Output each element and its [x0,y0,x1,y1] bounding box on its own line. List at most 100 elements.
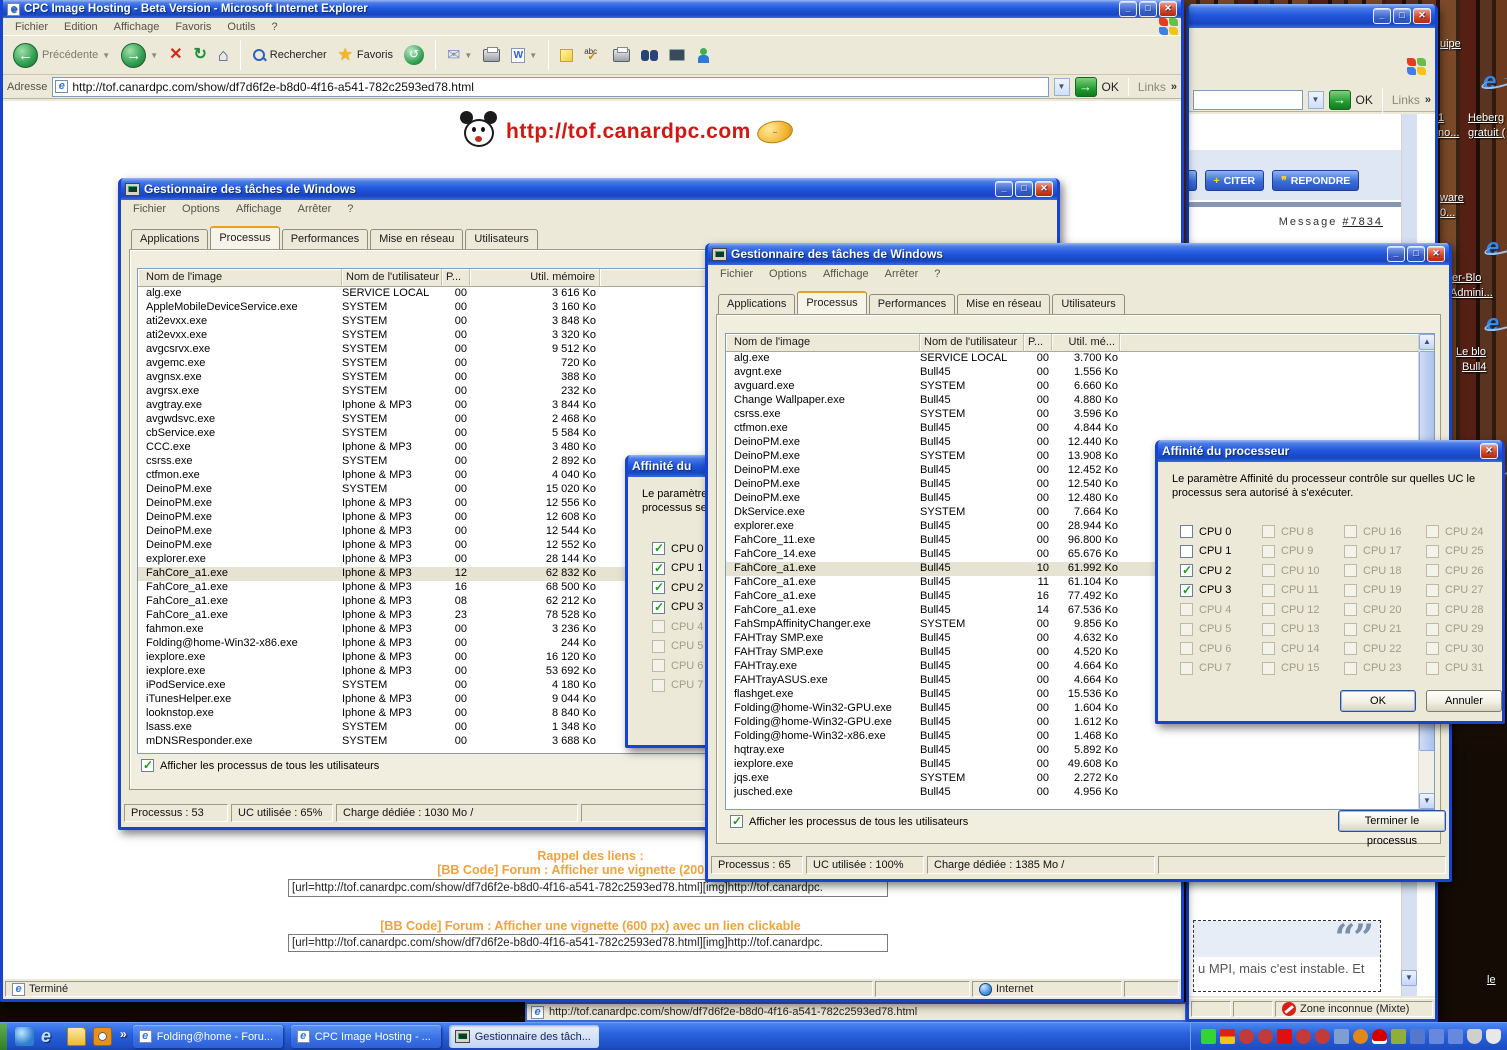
search-button[interactable]: Rechercher [248,46,331,64]
desktop-icon-label[interactable]: Heberg [1468,112,1504,124]
desktop-icon-label[interactable]: no... [1438,127,1459,139]
close-button[interactable]: ✕ [1035,181,1053,197]
desktop-icon-label[interactable]: gratuit ( [1468,127,1505,139]
folder-quicklaunch-icon[interactable] [67,1027,86,1046]
messenger-button[interactable] [692,46,714,65]
ie-quicklaunch-icon[interactable]: e [41,1027,60,1046]
desktop-icon-label[interactable]: Admini... [1450,287,1493,299]
tab-performances[interactable]: Performances [869,294,955,314]
avira-umbrella-icon[interactable] [1372,1029,1387,1044]
research-button[interactable] [637,48,662,63]
menu-item[interactable]: Affichage [228,203,290,215]
reply-button[interactable]: ❞REPONDRE [1272,170,1359,191]
column-header[interactable]: Nom de l'utilisateur [920,334,1024,352]
menu-item[interactable]: Favoris [167,21,219,33]
process-row[interactable]: alg.exeSERVICE LOCAL003.700 Ko [726,352,1418,366]
gear-blue-dot-icon[interactable] [1296,1029,1311,1044]
maximize-button[interactable]: □ [1015,181,1033,197]
cpu-checkbox[interactable] [652,542,665,555]
go-button[interactable]: → [1075,77,1097,97]
menu-item[interactable]: ? [926,268,948,280]
clock-quicklaunch-icon[interactable] [93,1027,112,1046]
stop-button[interactable]: ✕ [165,45,186,65]
cpu-checkbox[interactable] [652,601,665,614]
desktop-icon-label[interactable]: uipe [1440,38,1461,50]
tab-mise-en-r-seau[interactable]: Mise en réseau [957,294,1050,314]
address-input[interactable] [72,80,1045,94]
menu-item[interactable]: Edition [56,21,106,33]
start-button[interactable] [0,1023,7,1050]
menu-item[interactable]: Arrêter [290,203,340,215]
column-header[interactable]: P... [1024,334,1052,352]
process-row[interactable]: iexplore.exeBull450049.608 Ko [726,758,1418,772]
desktop-icon-label[interactable]: 1 [1438,112,1444,124]
comodo-gear2-icon[interactable] [1258,1029,1273,1044]
notes-button[interactable] [556,47,577,64]
taskbar-task-button[interactable]: eFolding@home - Foru... [133,1025,283,1048]
process-row[interactable]: avguard.exeSYSTEM006.660 Ko [726,380,1418,394]
menu-item[interactable]: Options [174,203,228,215]
menu-item[interactable]: Arrêter [877,268,927,280]
address-input[interactable] [1193,90,1303,110]
print-button[interactable] [479,47,504,64]
tm1-titlebar[interactable]: Gestionnaire des tâches de Windows _ □ ✕ [121,178,1057,200]
menu-item[interactable]: Fichier [125,203,174,215]
gear-icon[interactable] [1315,1029,1330,1044]
taskbar-task-button[interactable]: Gestionnaire des tâch... [449,1025,599,1048]
maximize-button[interactable]: □ [1139,1,1157,17]
process-row[interactable]: jusched.exeBull45004.956 Ko [726,786,1418,800]
menu-item[interactable]: Outils [219,21,263,33]
ie-desktop-icon[interactable]: e [1486,312,1507,338]
quicklaunch-chevron-icon[interactable]: » [120,1027,127,1041]
minimize-button[interactable]: _ [1373,8,1391,24]
affinity-titlebar[interactable]: Affinité du processeur ✕ [1158,440,1502,462]
cpu-checkbox[interactable] [1180,525,1193,538]
message-number-link[interactable]: #7834 [1342,216,1383,228]
favorites-button[interactable]: ★ Favoris [334,43,397,67]
cpu-checkbox[interactable] [1180,564,1193,577]
menu-item[interactable]: Affichage [106,21,168,33]
menu-item[interactable]: Fichier [712,268,761,280]
leaf-icon[interactable] [1391,1029,1406,1044]
minimize-button[interactable]: _ [1387,246,1405,262]
menu-item[interactable]: ? [339,203,361,215]
network-icon[interactable] [1429,1029,1444,1044]
links-chevron-icon[interactable]: » [1425,94,1431,106]
desktop-icon-label[interactable]: Le blo [1456,346,1486,358]
tm2-titlebar[interactable]: Gestionnaire des tâches de Windows _ □ ✕ [708,243,1449,265]
process-row[interactable]: Folding@home-Win32-x86.exeBull45001.468 … [726,730,1418,744]
links-chevron-icon[interactable]: » [1171,81,1177,93]
mouse-icon[interactable] [1486,1029,1501,1044]
edit-button[interactable]: DITER [1189,170,1197,191]
tab-processus[interactable]: Processus [210,226,279,249]
quote-button[interactable]: +CITER [1205,170,1265,191]
cpu-checkbox[interactable] [1180,584,1193,597]
menu-item[interactable]: Affichage [815,268,877,280]
menu-item[interactable]: Options [761,268,815,280]
end-process-button[interactable]: Terminer le processus [1338,810,1446,832]
menu-item[interactable]: Fichier [7,21,56,33]
print2-button[interactable] [609,47,634,64]
edit-word-button[interactable]: W▼ [507,46,541,65]
volume-icon[interactable] [1467,1029,1482,1044]
tab-processus[interactable]: Processus [797,291,866,314]
home-button[interactable]: ⌂ [214,45,233,65]
tab-utilisateurs[interactable]: Utilisateurs [465,229,537,249]
keyboard-button[interactable] [665,47,689,63]
scroll-down-button[interactable]: ▼ [1419,793,1435,809]
column-header[interactable]: Nom de l'image [138,269,342,287]
column-header[interactable]: Nom de l'image [726,334,920,352]
close-button[interactable]: ✕ [1413,8,1431,24]
close-button[interactable]: ✕ [1427,246,1445,262]
flashget-icon[interactable] [1220,1029,1235,1044]
cpu-checkbox[interactable] [1180,545,1193,558]
tab-utilisateurs[interactable]: Utilisateurs [1052,294,1124,314]
menu-item[interactable]: ? [264,21,286,33]
cpu-checkbox[interactable] [652,562,665,575]
network-offline-icon[interactable] [1410,1029,1425,1044]
tab-mise-en-r-seau[interactable]: Mise en réseau [370,229,463,249]
column-header[interactable]: Nom de l'utilisateur [342,269,442,287]
address-dropdown-button[interactable]: ▼ [1308,91,1324,109]
column-header[interactable]: P... [442,269,470,287]
tab-performances[interactable]: Performances [282,229,368,249]
